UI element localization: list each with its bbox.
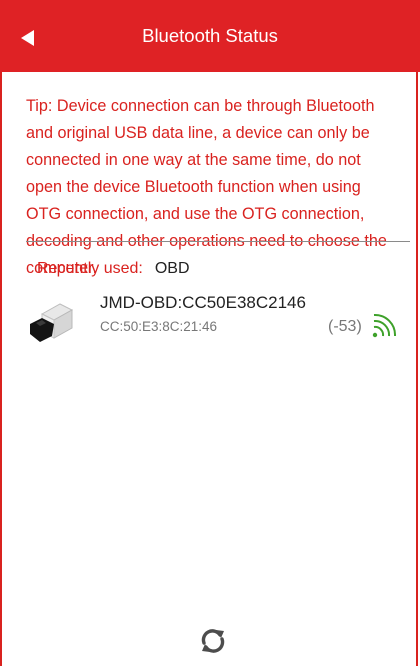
tip-text: Tip: Device connection can be through Bl… — [26, 97, 387, 277]
device-mac: CC:50:E3:8C:21:46 — [100, 319, 218, 334]
refresh-icon — [201, 629, 225, 653]
recently-used-label: Recently used: — [37, 260, 143, 277]
device-rssi: (-53) — [328, 318, 362, 335]
divider — [26, 241, 410, 242]
page-title: Bluetooth Status — [142, 25, 278, 46]
recently-used-value: OBD — [154, 260, 190, 277]
title-bar: Bluetooth Status — [0, 0, 420, 72]
signal-strength-icon — [372, 313, 397, 338]
refresh-button[interactable] — [198, 626, 228, 656]
device-name: JMD-OBD:CC50E38C2146 — [100, 293, 306, 312]
obd-adapter-icon — [30, 303, 74, 342]
device-list-item[interactable]: JMD-OBD:CC50E38C2146 CC:50:E3:8C:21:46 (… — [20, 286, 410, 356]
recently-used: Recently used: OBD — [37, 258, 190, 280]
